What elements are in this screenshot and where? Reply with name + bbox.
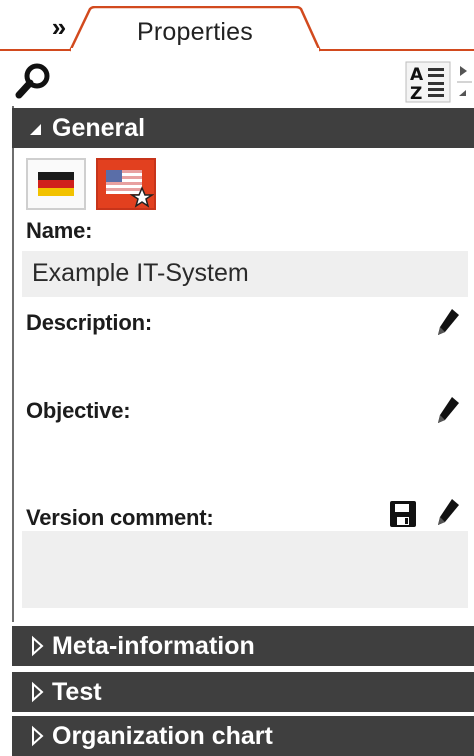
section-meta-information-header[interactable]: Meta-information xyxy=(12,626,474,666)
language-german-button[interactable] xyxy=(26,158,86,210)
section-general-header[interactable]: General xyxy=(12,108,474,148)
objective-edit-icon[interactable] xyxy=(434,394,462,428)
version-comment-label: Version comment: xyxy=(26,505,214,530)
version-comment-input[interactable] xyxy=(22,531,468,608)
tab-properties-label: Properties xyxy=(137,18,253,46)
toolbar-scroll-arrows[interactable] xyxy=(455,60,474,104)
us-flag-icon xyxy=(106,170,155,208)
name-value: Example IT-System xyxy=(32,259,249,287)
svg-text:Z: Z xyxy=(410,84,422,104)
section-test-label: Test xyxy=(52,678,102,706)
description-edit-icon[interactable] xyxy=(434,306,462,340)
version-comment-edit-icon[interactable] xyxy=(434,496,462,530)
tab-strip: » Properties xyxy=(0,0,474,58)
section-meta-information-label: Meta-information xyxy=(52,632,255,660)
section-organization-chart-header[interactable]: Organization chart xyxy=(12,716,474,756)
section-general-label: General xyxy=(52,114,146,142)
collapsed-triangle-icon xyxy=(32,681,44,703)
expanded-triangle-icon xyxy=(30,124,41,135)
section-test-header[interactable]: Test xyxy=(12,672,474,712)
search-icon[interactable] xyxy=(14,61,54,101)
name-label: Name: xyxy=(26,218,93,243)
language-english-button[interactable] xyxy=(96,158,156,210)
collapsed-triangle-icon xyxy=(32,725,44,747)
section-organization-chart-label: Organization chart xyxy=(52,722,273,750)
collapsed-triangle-icon xyxy=(32,635,44,657)
objective-label: Objective: xyxy=(26,398,131,423)
properties-toolbar: A Z xyxy=(0,58,474,106)
description-label: Description: xyxy=(26,310,152,335)
sort-az-icon[interactable]: A Z xyxy=(404,60,452,104)
name-input[interactable]: Example IT-System xyxy=(22,251,468,297)
svg-text:A: A xyxy=(410,65,424,85)
save-icon[interactable] xyxy=(388,499,418,529)
german-flag-icon xyxy=(38,172,74,196)
